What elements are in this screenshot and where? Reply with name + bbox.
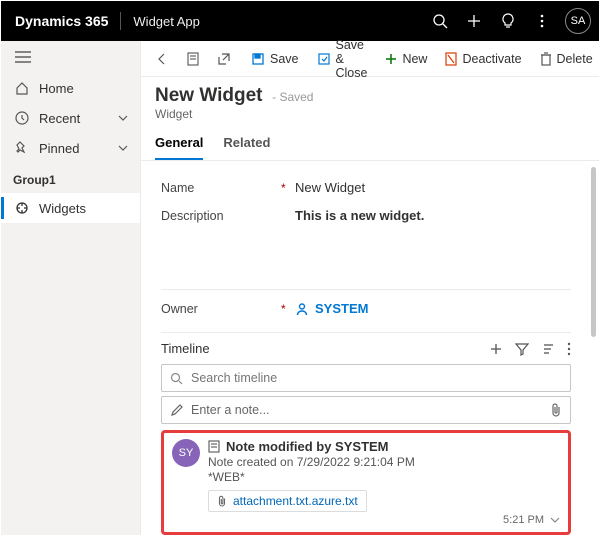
save-button[interactable]: Save [243,45,307,73]
field-owner[interactable]: Owner * SYSTEM [161,294,571,322]
user-avatar[interactable]: SA [565,8,591,34]
home-icon [13,81,31,95]
field-value[interactable]: This is a new widget. [295,207,571,273]
sidebar-item-widgets[interactable]: Widgets [1,193,140,223]
chevron-down-icon[interactable] [550,517,560,523]
field-label: Description [161,207,281,273]
paperclip-icon [217,495,227,507]
timeline-card[interactable]: SY Note modified by SYSTEM Note created … [161,430,571,535]
lightbulb-icon[interactable] [491,1,525,41]
hamburger-icon[interactable] [1,41,140,73]
delete-button[interactable]: Delete [532,45,600,73]
record-title: New Widget [155,85,263,107]
new-button[interactable]: New [377,45,435,73]
card-time: 5:21 PM [503,514,544,526]
plus-icon [385,53,397,65]
chevron-down-icon [118,145,128,151]
pin-icon [13,141,31,155]
chevron-down-icon [118,115,128,121]
search-icon[interactable] [423,1,457,41]
brand-divider [120,12,121,30]
brand-label: Dynamics 365 [15,13,108,29]
save-close-button[interactable]: Save & Close [309,45,376,73]
timeline-note-input[interactable]: Enter a note... [161,396,571,424]
required-indicator: * [281,300,295,316]
widget-icon [13,201,31,215]
field-name[interactable]: Name * New Widget [161,173,571,201]
scrollbar[interactable] [591,167,596,337]
timeline-header: Timeline [161,337,571,360]
field-description[interactable]: Description This is a new widget. [161,201,571,279]
note-placeholder: Enter a note... [191,403,550,417]
card-title: Note modified by SYSTEM [226,439,389,454]
sidebar-item-home[interactable]: Home [1,73,140,103]
sidebar-item-label: Recent [39,111,118,126]
popout-button[interactable] [209,45,239,73]
sidebar-item-label: Widgets [39,201,128,216]
timeline-sort-icon[interactable] [541,342,555,356]
section-divider [161,332,571,333]
timeline-title: Timeline [161,341,489,356]
command-bar: Save Save & Close New Deactivate Delete [141,41,599,77]
entity-name: Widget [155,107,585,121]
field-label: Name [161,179,281,195]
section-divider [161,289,571,290]
card-attachment[interactable]: attachment.txt.azure.txt [208,490,367,512]
tab-general[interactable]: General [155,129,203,160]
more-icon[interactable] [525,1,559,41]
save-icon [251,52,265,66]
field-value[interactable]: SYSTEM [295,300,571,316]
sidebar-item-label: Pinned [39,141,118,156]
field-value[interactable]: New Widget [295,179,571,195]
pencil-icon [170,404,183,417]
person-icon [295,302,309,316]
trash-icon [540,52,552,66]
deactivate-button[interactable]: Deactivate [437,45,529,73]
sidebar-item-pinned[interactable]: Pinned [1,133,140,163]
search-icon [170,372,183,385]
field-label: Owner [161,300,281,316]
tab-related[interactable]: Related [223,129,270,160]
note-icon [208,440,220,453]
save-close-icon [317,52,331,66]
card-meta: Note created on 7/29/2022 9:21:04 PM [208,455,560,469]
timeline-search[interactable] [161,364,571,392]
form-header: New Widget - Saved Widget [141,77,599,123]
timeline-add-icon[interactable] [489,342,503,356]
sidebar: Home Recent Pinned Group1 Widgets [1,41,141,535]
sidebar-item-label: Home [39,81,128,96]
timeline-more-icon[interactable] [567,342,571,356]
card-tag: *WEB* [208,470,560,484]
form-tabs: General Related [141,123,599,161]
saved-label: - Saved [272,90,313,104]
sidebar-item-recent[interactable]: Recent [1,103,140,133]
sidebar-group-label: Group1 [1,163,140,193]
required-indicator: * [281,179,295,195]
timeline-filter-icon[interactable] [515,342,529,356]
app-name: Widget App [133,14,200,29]
add-icon[interactable] [457,1,491,41]
deactivate-icon [445,52,457,66]
attachment-link[interactable]: attachment.txt.azure.txt [233,494,358,508]
clock-icon [13,111,31,125]
top-bar: Dynamics 365 Widget App SA [1,1,599,41]
form-selector-button[interactable] [179,45,207,73]
card-avatar: SY [172,439,200,467]
main-area: Save Save & Close New Deactivate Delete … [141,41,599,535]
paperclip-icon[interactable] [550,403,562,417]
back-button[interactable] [147,45,177,73]
timeline-search-input[interactable] [189,370,562,386]
